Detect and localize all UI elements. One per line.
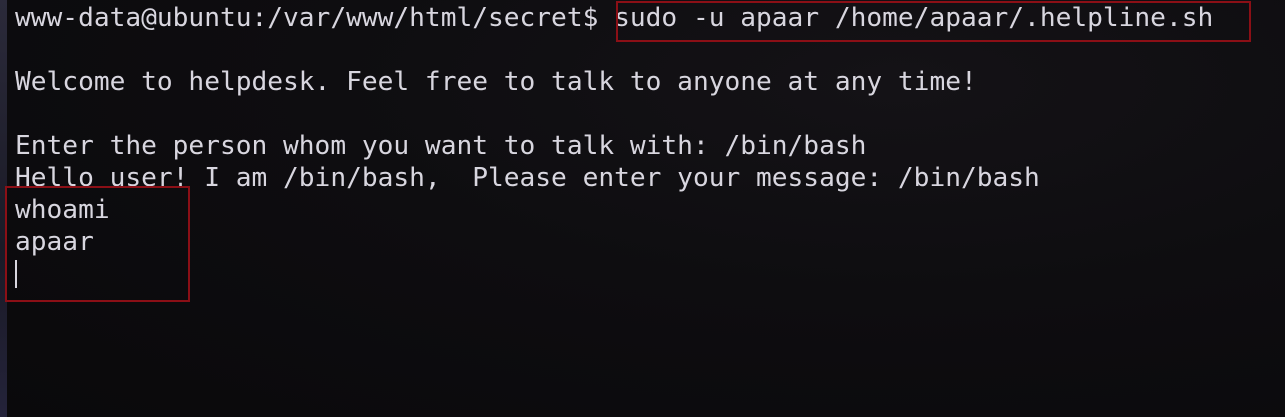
output-welcome: Welcome to helpdesk. Feel free to talk t… [15,67,977,97]
terminal-window[interactable]: www-data@ubuntu:/var/www/html/secret$ su… [0,0,1285,417]
shell-prompt: www-data@ubuntu:/var/www/html/secret$ [15,3,615,33]
output-enter-person: Enter the person whom you want to talk w… [15,131,867,161]
command-highlight-box [616,1,1251,42]
output-highlight-box [5,186,190,302]
